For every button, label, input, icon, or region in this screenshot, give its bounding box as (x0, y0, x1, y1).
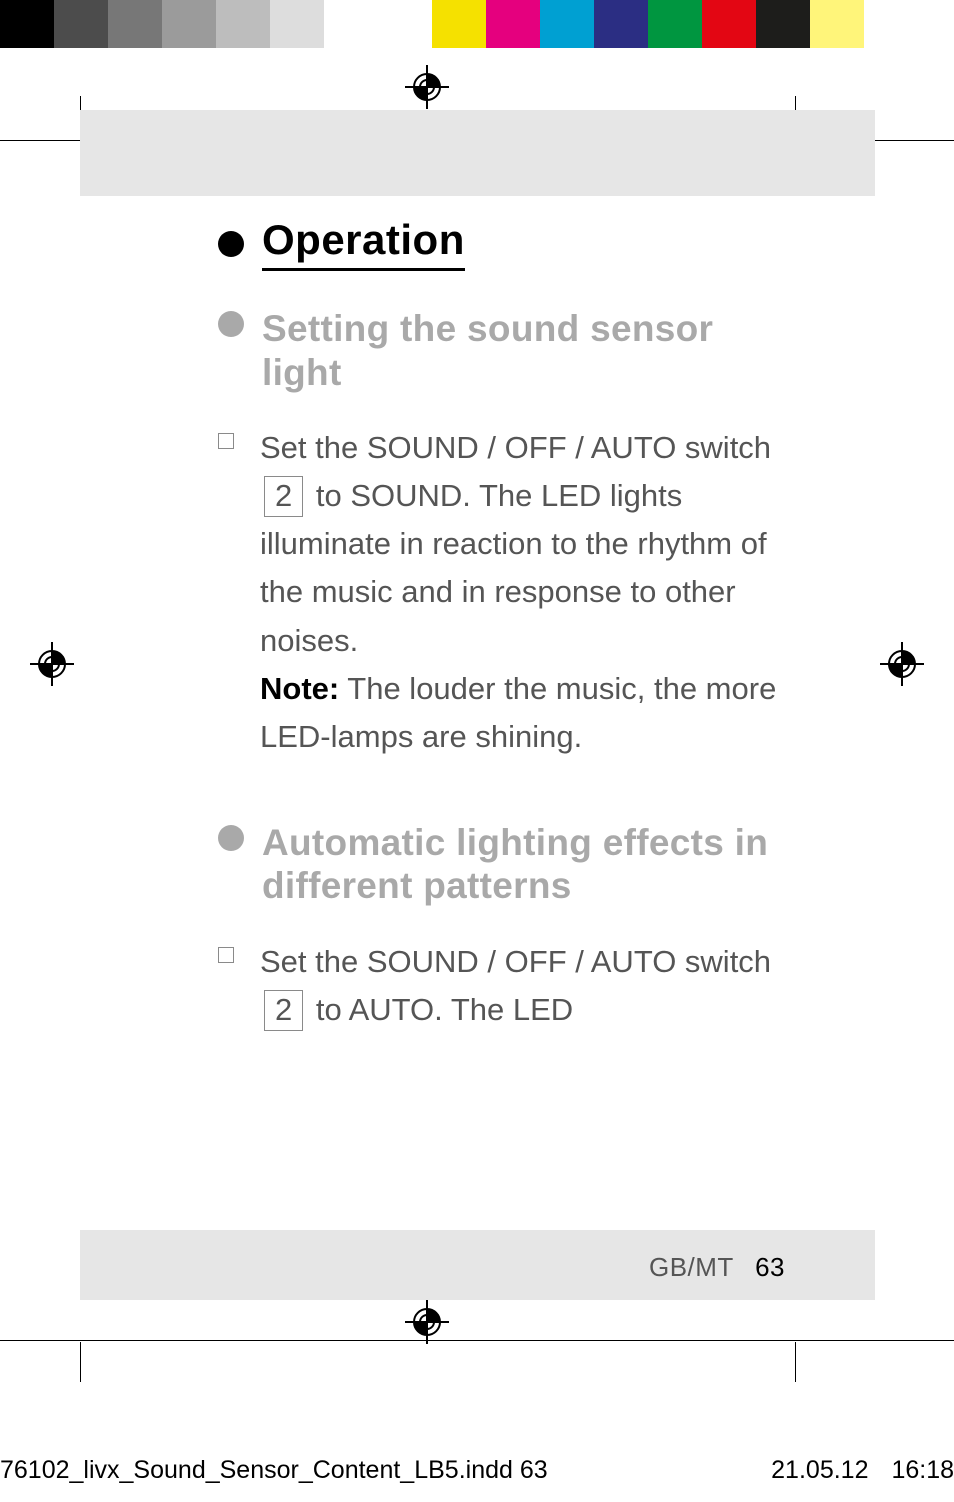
reference-key: 2 (264, 476, 303, 517)
color-swatch (216, 0, 270, 48)
page-content: Operation Setting the sound sensor light… (218, 216, 788, 1034)
color-swatch (702, 0, 756, 48)
color-swatch (486, 0, 540, 48)
color-swatch (648, 0, 702, 48)
page-locale-number: GB/MT 63 (649, 1252, 785, 1283)
registration-mark-icon (30, 642, 74, 686)
instruction-text: Set the SOUND / OFF / AUTO switch 2 to S… (260, 424, 788, 760)
slug-time: 16:18 (891, 1456, 954, 1484)
text: Set the SOUND / OFF / AUTO switch (260, 944, 771, 979)
registration-mark-icon (405, 65, 449, 109)
color-swatch (324, 0, 378, 48)
color-swatch (54, 0, 108, 48)
color-swatch (540, 0, 594, 48)
checkbox-icon (218, 947, 234, 963)
text: Set the SOUND / OFF / AUTO switch (260, 430, 771, 465)
page-header-block (80, 110, 875, 196)
slug-date: 21.05.12 (771, 1456, 868, 1484)
text: to AUTO. The LED (307, 992, 573, 1027)
locale-label: GB/MT (649, 1252, 733, 1282)
color-swatch (594, 0, 648, 48)
registration-mark-icon (880, 642, 924, 686)
color-swatch (270, 0, 324, 48)
checkbox-icon (218, 433, 234, 449)
text: to SOUND. The LED lights illuminate in r… (260, 478, 767, 657)
instruction-text: Set the SOUND / OFF / AUTO switch 2 to A… (260, 938, 788, 1034)
page-number: 63 (755, 1252, 785, 1282)
color-swatch (108, 0, 162, 48)
bullet-icon (218, 825, 244, 851)
print-color-bar (0, 0, 954, 48)
color-swatch (378, 0, 432, 48)
heading-setting-sound-sensor: Setting the sound sensor light (262, 307, 788, 394)
heading-automatic-lighting: Automatic lighting effects in different … (262, 821, 788, 908)
bullet-icon (218, 311, 244, 337)
color-swatch (810, 0, 864, 48)
color-swatch (756, 0, 810, 48)
color-swatch (432, 0, 486, 48)
note-label: Note: (260, 671, 339, 706)
reference-key: 2 (264, 990, 303, 1031)
heading-operation: Operation (262, 216, 465, 271)
slug-filename: 76102_livx_Sound_Sensor_Content_LB5.indd… (0, 1456, 548, 1485)
crop-marks-bottom (0, 1290, 954, 1380)
color-swatch (0, 0, 54, 48)
bullet-icon (218, 231, 244, 257)
color-swatch (162, 0, 216, 48)
